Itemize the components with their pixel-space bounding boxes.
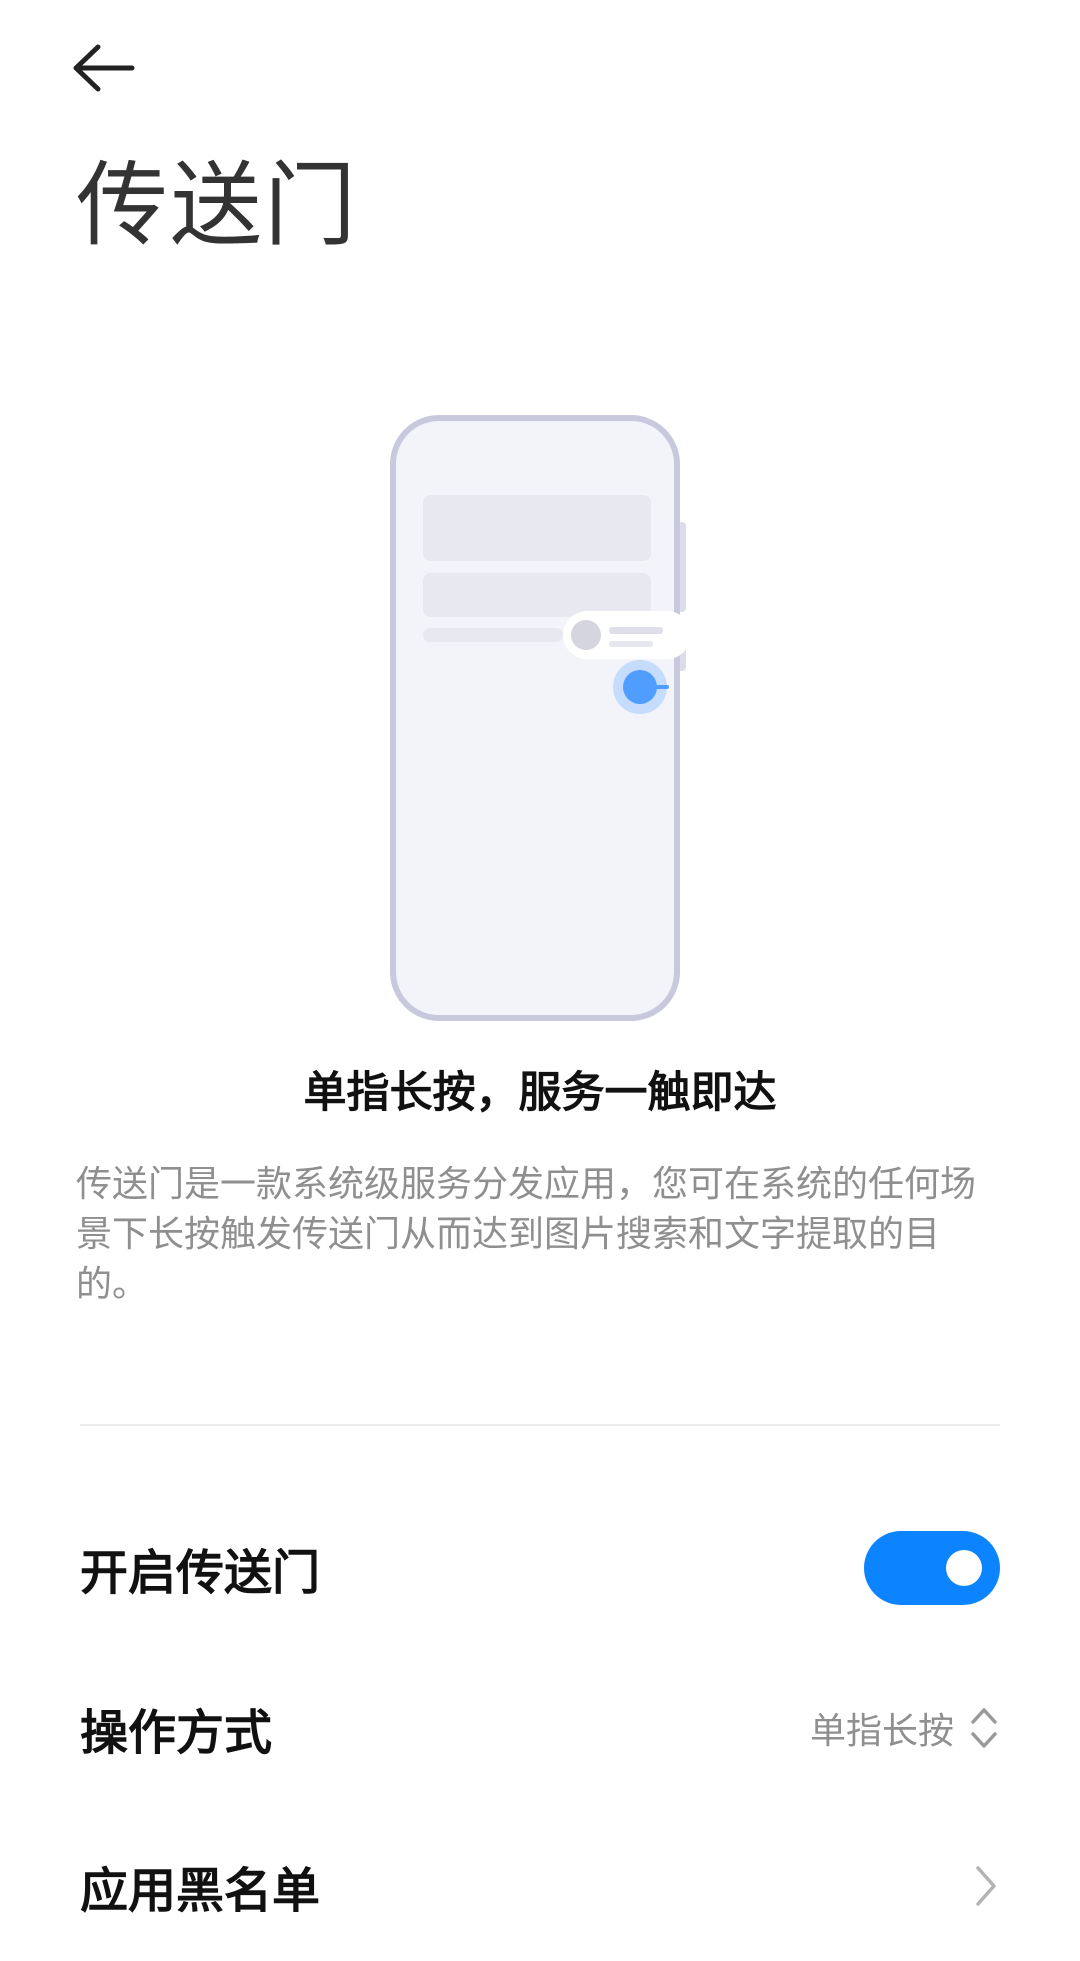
operation-mode-row[interactable]: 操作方式 单指长按 [80,1668,1000,1788]
placeholder-bar [423,495,651,561]
popup-line [609,641,653,647]
arrow-left-icon [73,44,135,92]
intro-description: 传送门是一款系统级服务分发应用，您可在系统的任何场景下长按触发传送门从而达到图片… [76,1164,977,1305]
placeholder-bar [423,573,651,617]
operation-mode-value: 单指长按 [809,1711,954,1752]
placeholder-bar [423,628,563,642]
chevron-right-icon [976,1866,996,1906]
intro-headline: 单指长按，服务一触即达 [303,1068,777,1118]
popup-line [609,627,663,634]
phone-illustration [390,415,691,1021]
touch-trail [645,685,669,689]
operation-mode-label: 操作方式 [80,1705,273,1761]
enable-portal-row[interactable]: 开启传送门 [80,1508,1000,1628]
enable-portal-toggle[interactable] [864,1531,1000,1605]
divider [80,1424,1000,1426]
up-down-chevron-icon [971,1708,997,1748]
app-blacklist-label: 应用黑名单 [80,1863,321,1919]
back-button[interactable] [70,28,160,108]
enable-portal-label: 开启传送门 [80,1545,321,1601]
app-blacklist-row[interactable]: 应用黑名单 [80,1826,1000,1946]
popup-avatar [571,620,601,650]
page-title: 传送门 [76,152,359,259]
toggle-knob [946,1550,982,1586]
